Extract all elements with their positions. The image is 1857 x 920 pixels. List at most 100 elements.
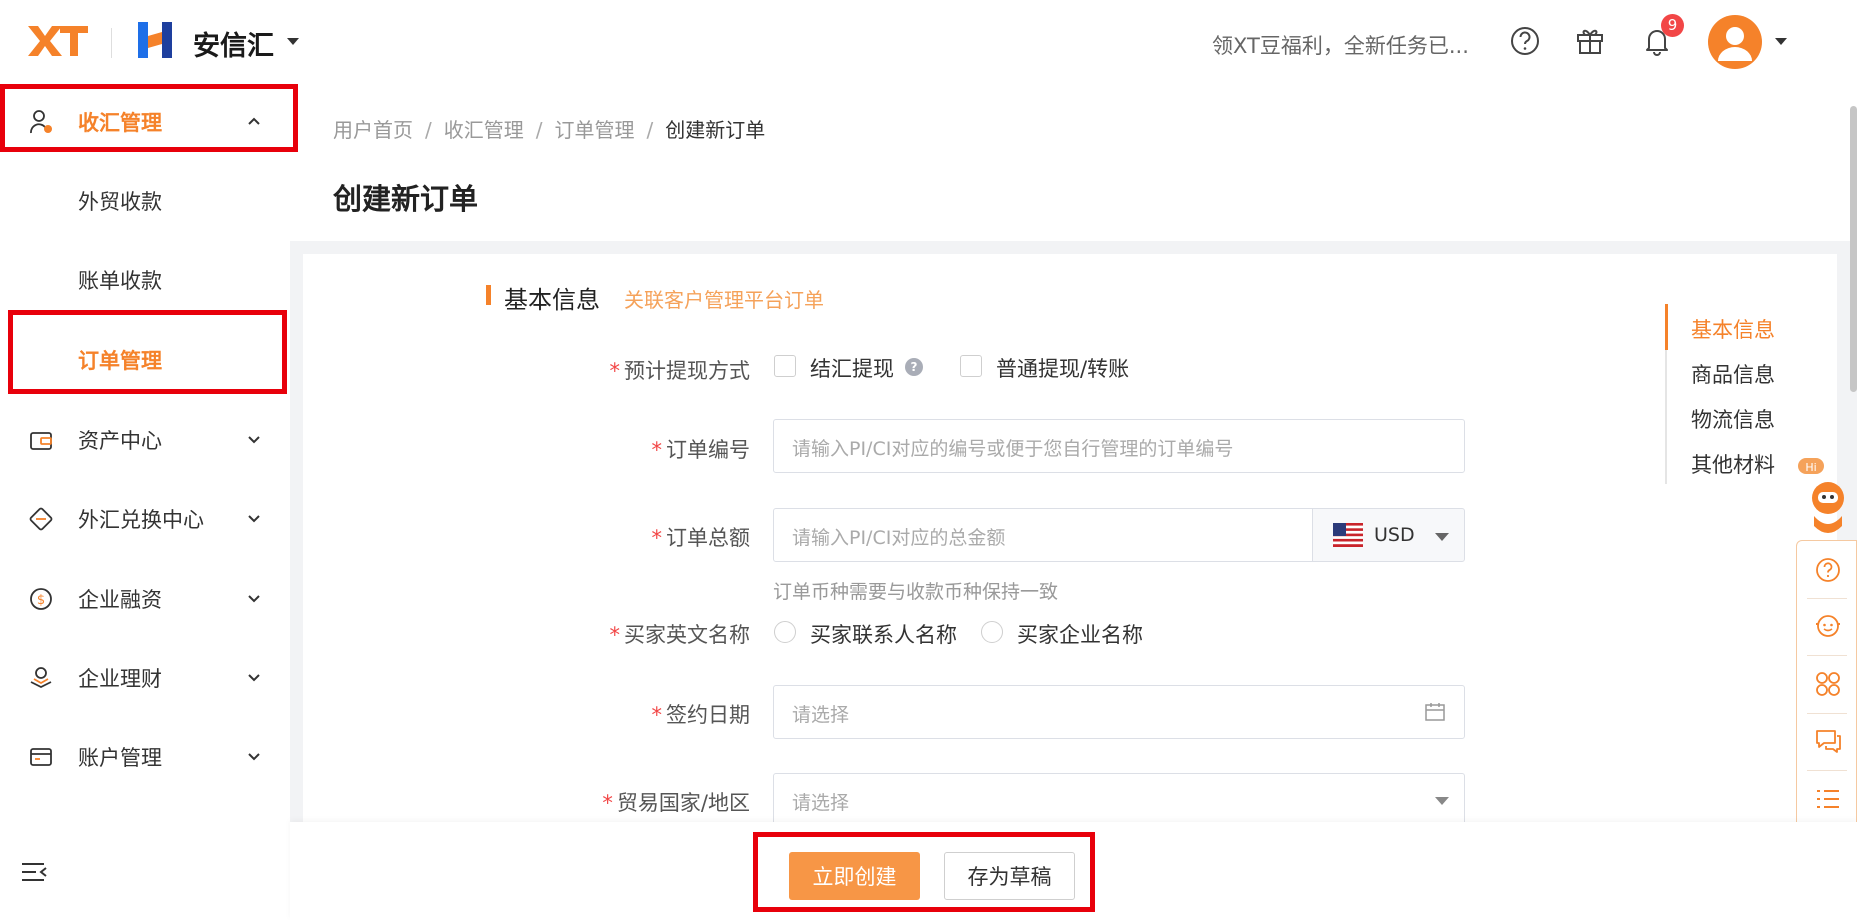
sidebar-item-label: 资产中心 [78, 429, 162, 453]
sidebar-item-account[interactable]: 账户管理 [0, 728, 290, 784]
avatar[interactable] [1708, 15, 1762, 69]
checkbox-normal-withdraw[interactable] [960, 355, 982, 377]
option-settlement-withdraw[interactable]: 结汇提现 [810, 353, 894, 383]
xt-logo-icon[interactable] [26, 22, 88, 60]
us-flag-icon [1333, 523, 1363, 547]
sidebar-item-label: 企业理财 [78, 667, 162, 691]
sidebar-item-assets[interactable]: 资产中心 [0, 411, 290, 467]
toolbar-divider [1807, 598, 1847, 599]
chevron-down-icon [248, 674, 260, 682]
breadcrumb: 用户首页 / 收汇管理 / 订单管理 / 创建新订单 [333, 114, 765, 143]
breadcrumb-separator: / [535, 118, 543, 142]
anchor-product-info[interactable]: 商品信息 [1691, 359, 1775, 389]
sidebar-item-fx-exchange[interactable]: 外汇兑换中心 [0, 490, 290, 546]
section-title: 基本信息 [504, 286, 600, 314]
chat-icon[interactable] [1814, 727, 1842, 755]
sidebar-item-wealth[interactable]: 企业理财 [0, 649, 290, 705]
apps-icon[interactable] [1814, 670, 1842, 698]
list-icon[interactable] [1814, 785, 1842, 813]
calendar-icon [1425, 703, 1445, 721]
breadcrumb-separator: / [646, 118, 654, 142]
chevron-down-icon [248, 753, 260, 761]
floating-toolbar [1796, 540, 1857, 838]
order-amount-label: * 订单总额 [651, 526, 751, 550]
exchange-icon [29, 507, 53, 531]
withdraw-method-label: * 预计提现方式 [609, 359, 751, 383]
anchor-active-marker [1665, 304, 1668, 350]
anchor-other-materials[interactable]: 其他材料 [1691, 449, 1775, 479]
sign-date-placeholder: 请选择 [792, 704, 850, 726]
highlight-box-footer-buttons [753, 832, 1095, 912]
help-icon[interactable] [1814, 556, 1842, 584]
option-buyer-company[interactable]: 买家企业名称 [1017, 619, 1143, 649]
sidebar-subitem-label: 外贸收款 [78, 190, 162, 214]
breadcrumb-orders[interactable]: 订单管理 [555, 118, 635, 142]
caret-down-icon [1435, 533, 1449, 541]
currency-select[interactable]: USD [1312, 508, 1465, 562]
toolbar-divider [1807, 770, 1847, 771]
help-icon[interactable]: ? [905, 358, 923, 376]
option-normal-withdraw[interactable]: 普通提现/转账 [996, 353, 1129, 383]
logo-divider [111, 28, 112, 58]
breadcrumb-home[interactable]: 用户首页 [333, 118, 413, 142]
breadcrumb-separator: / [425, 118, 432, 142]
finance-icon [30, 667, 52, 689]
caret-down-icon [1435, 797, 1449, 805]
highlight-box-orders [8, 310, 287, 394]
page-header-area [290, 86, 1857, 241]
anchor-basic-info[interactable]: 基本信息 [1691, 314, 1775, 344]
link-customer-platform-order[interactable]: 关联客户管理平台订单 [624, 284, 824, 313]
sign-date-label: * 签约日期 [651, 703, 751, 727]
sidebar-subitem-foreign-trade[interactable]: 外贸收款 [0, 172, 290, 228]
order-number-label: * 订单编号 [651, 438, 751, 462]
checkbox-settlement-withdraw[interactable] [774, 355, 796, 377]
h-logo-icon[interactable] [138, 20, 174, 60]
help-icon[interactable] [1508, 24, 1542, 58]
trade-country-select[interactable]: 请选择 [773, 773, 1465, 823]
sidebar-subitem-bill[interactable]: 账单收款 [0, 251, 290, 307]
page-title: 创建新订单 [333, 182, 479, 216]
svg-text:$: $ [37, 593, 45, 608]
anchor-logistics-info[interactable]: 物流信息 [1691, 404, 1775, 434]
order-number-placeholder: 请输入PI/CI对应的编号或便于您自行管理的订单编号 [792, 438, 1234, 460]
page-scrollbar[interactable] [1850, 106, 1857, 392]
order-number-input[interactable]: 请输入PI/CI对应的编号或便于您自行管理的订单编号 [773, 419, 1465, 473]
sidebar: 收汇管理 外贸收款 账单收款 订单管理 资产中心 外汇兑换中心 $ 企业融资 企… [0, 86, 290, 920]
assistant-robot-icon[interactable]: Hi [1796, 456, 1857, 540]
radio-buyer-contact[interactable] [774, 621, 796, 643]
sign-date-picker[interactable]: 请选择 [773, 685, 1465, 739]
sidebar-item-label: 账户管理 [78, 746, 162, 770]
sidebar-item-label: 外汇兑换中心 [78, 508, 204, 532]
trade-country-label: * 贸易国家/地区 [602, 791, 750, 815]
toolbar-divider [1807, 713, 1847, 714]
order-amount-placeholder: 请输入PI/CI对应的总金额 [792, 527, 1006, 549]
svg-text:Hi: Hi [1805, 461, 1816, 474]
order-amount-input[interactable]: 请输入PI/CI对应的总金额 [773, 508, 1313, 562]
brand-name[interactable]: 安信汇 [193, 24, 274, 63]
user-avatar-icon [1718, 27, 1752, 61]
option-buyer-contact[interactable]: 买家联系人名称 [810, 619, 957, 649]
breadcrumb-receivables[interactable]: 收汇管理 [444, 118, 524, 142]
brand-dropdown-icon[interactable] [287, 38, 299, 45]
currency-code: USD [1374, 524, 1415, 546]
chevron-down-icon [248, 515, 260, 523]
collapse-sidebar-icon[interactable] [20, 858, 48, 886]
card-icon [30, 748, 52, 766]
service-face-icon[interactable] [1814, 612, 1842, 640]
section-marker [486, 285, 491, 305]
sidebar-item-label: 企业融资 [78, 588, 162, 612]
breadcrumb-current: 创建新订单 [665, 118, 766, 142]
buyer-name-label: * 买家英文名称 [609, 623, 751, 647]
dollar-cycle-icon: $ [30, 588, 52, 610]
sidebar-item-financing[interactable]: $ 企业融资 [0, 570, 290, 626]
promo-text[interactable]: 领XT豆福利，全新任务已... [1212, 30, 1469, 60]
highlight-box-receivables [0, 84, 298, 152]
trade-country-placeholder: 请选择 [792, 792, 850, 814]
wallet-icon [30, 432, 52, 450]
toolbar-divider [1807, 655, 1847, 656]
gift-icon[interactable] [1573, 24, 1607, 58]
currency-hint: 订单币种需要与收款币种保持一致 [773, 581, 1059, 603]
radio-buyer-company[interactable] [981, 621, 1003, 643]
chevron-down-icon [248, 436, 260, 444]
user-menu-chevron-icon[interactable] [1775, 38, 1787, 45]
